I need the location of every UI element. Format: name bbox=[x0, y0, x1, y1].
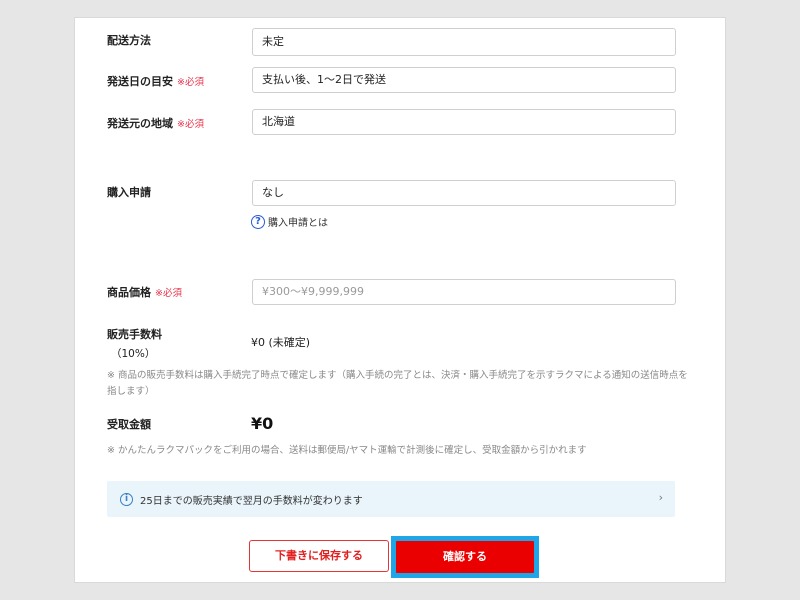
shipping-origin-value: 北海道 bbox=[262, 115, 295, 128]
fee-label: 販売手数料 bbox=[107, 328, 162, 341]
shipping-method-label: 配送方法 bbox=[107, 34, 151, 47]
shipping-method-value: 未定 bbox=[262, 35, 284, 48]
confirm-button[interactable]: 確認する bbox=[396, 541, 534, 573]
required-badge: ※必須 bbox=[177, 77, 204, 88]
receive-amount: ¥0 bbox=[251, 414, 274, 433]
purchase-request-select[interactable]: なし bbox=[252, 180, 676, 206]
fee-note: ※ 商品の販売手数料は購入手続完了時点で確定します（購入手続の完了とは、決済・購… bbox=[107, 370, 688, 397]
info-circle-icon: i bbox=[120, 492, 133, 506]
purchase-request-help-link[interactable]: ? 購入申請とは bbox=[251, 214, 328, 229]
listing-form-panel: 配送方法 未定 発送日の目安 ※必須 支払い後、1〜2日で発送 発送元の地域 ※必須… bbox=[74, 17, 726, 583]
confirm-button-highlight: 確認する bbox=[391, 536, 539, 578]
shipping-origin-select[interactable]: 北海道 bbox=[252, 109, 676, 135]
required-badge: ※必須 bbox=[155, 288, 182, 299]
shipping-days-select[interactable]: 支払い後、1〜2日で発送 bbox=[252, 67, 676, 93]
required-badge: ※必須 bbox=[177, 119, 204, 130]
help-link-text: 購入申請とは bbox=[268, 218, 328, 229]
receive-note: ※ かんたんラクマパックをご利用の場合、送料は郵便局/ヤマト運輸で計測後に確定し… bbox=[107, 445, 587, 456]
chevron-right-icon: › bbox=[658, 491, 663, 504]
purchase-request-value: なし bbox=[262, 186, 284, 199]
fee-value: ¥0 (未確定) bbox=[251, 336, 311, 349]
shipping-origin-label: 発送元の地域 ※必須 bbox=[107, 117, 204, 130]
shipping-days-value: 支払い後、1〜2日で発送 bbox=[262, 73, 386, 86]
price-input[interactable]: ¥300〜¥9,999,999 bbox=[252, 279, 676, 305]
price-placeholder: ¥300〜¥9,999,999 bbox=[262, 285, 364, 298]
question-circle-icon: ? bbox=[251, 214, 265, 229]
info-banner-text: 25日までの販売実績で翌月の手数料が変わります bbox=[140, 495, 363, 507]
shipping-method-select[interactable]: 未定 bbox=[252, 28, 676, 56]
fee-info-banner[interactable]: i 25日までの販売実績で翌月の手数料が変わります › bbox=[107, 481, 675, 517]
save-draft-button[interactable]: 下書きに保存する bbox=[249, 540, 389, 572]
fee-rate: （10%） bbox=[111, 348, 156, 360]
receive-label: 受取金額 bbox=[107, 418, 151, 431]
shipping-days-label: 発送日の目安 ※必須 bbox=[107, 75, 204, 88]
price-label: 商品価格 ※必須 bbox=[107, 286, 182, 299]
purchase-request-label: 購入申請 bbox=[107, 186, 151, 199]
